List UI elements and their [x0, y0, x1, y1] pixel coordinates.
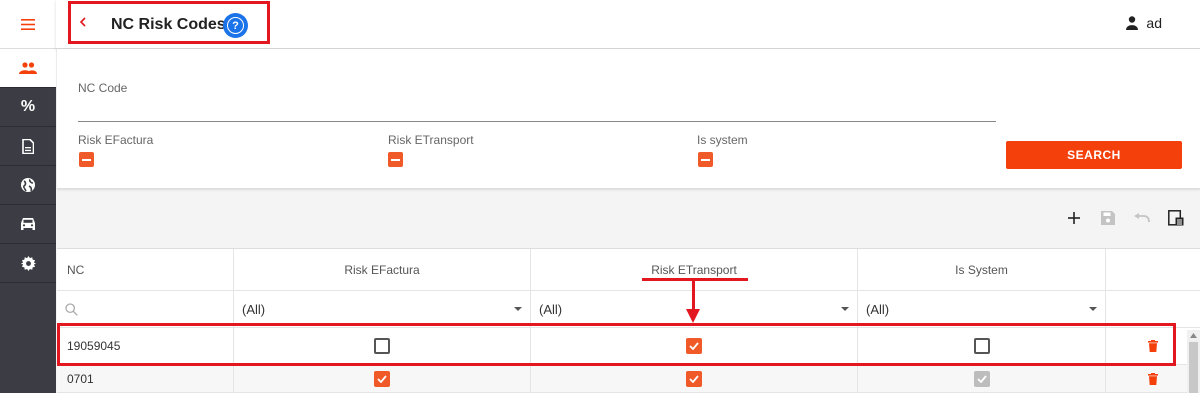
table-row[interactable]: 19059045: [57, 328, 1200, 365]
nc-code-underline: [78, 121, 996, 122]
is-system-checkbox-unchecked[interactable]: [973, 338, 990, 354]
risk-efactura-checkbox-unchecked[interactable]: [374, 338, 390, 354]
is-system-checkbox-disabled: [973, 370, 990, 387]
trash-icon[interactable]: [1148, 340, 1158, 352]
risk-efactura-filter-select[interactable]: (All): [234, 291, 531, 327]
undo-icon[interactable]: [1134, 213, 1150, 223]
car-icon: [21, 218, 35, 230]
globe-icon: [21, 178, 35, 192]
risk-etransport-cell: [531, 328, 858, 364]
nc-code-label: NC Code: [78, 81, 128, 95]
is-system-filter-select[interactable]: (All): [858, 291, 1106, 327]
chevron-down-icon: [1089, 307, 1097, 311]
risk-etransport-checkbox-checked[interactable]: [686, 338, 702, 354]
risk-efactura-checkbox[interactable]: [79, 152, 94, 167]
percent-icon: %: [20, 98, 36, 115]
column-header-risk-efactura[interactable]: Risk EFactura: [234, 249, 531, 290]
arrow-annotation-line: [692, 281, 695, 311]
data-grid: NC Risk EFactura Risk ETransport Is Syst…: [57, 248, 1200, 393]
search-icon: [65, 302, 78, 316]
actions-filter-cell: [1106, 291, 1200, 327]
nc-code-input[interactable]: [78, 99, 996, 121]
risk-etransport-checkbox[interactable]: [388, 152, 403, 167]
risk-etransport-label: Risk ETransport: [388, 133, 474, 147]
risk-etransport-cell: [531, 365, 858, 392]
undo-button[interactable]: [1134, 210, 1150, 226]
table-row[interactable]: 0701: [57, 365, 1200, 393]
column-chooser-icon[interactable]: [1168, 210, 1184, 226]
risk-efactura-cell: [234, 328, 531, 364]
risk-etransport-checkbox-checked[interactable]: [686, 370, 702, 387]
plus-icon[interactable]: [1068, 212, 1080, 224]
people-icon: [19, 62, 37, 74]
gear-icon: [20, 255, 36, 271]
sidebar-item-vehicles[interactable]: [0, 205, 56, 244]
risk-efactura-checkbox-checked[interactable]: [374, 370, 390, 387]
check-icon: [689, 342, 699, 350]
risk-etransport-filter-value: (All): [539, 301, 563, 317]
trash-icon[interactable]: [1148, 372, 1158, 385]
scroll-up-icon[interactable]: [1190, 333, 1197, 338]
is-system-cell: [858, 328, 1106, 364]
sidebar-item-percent[interactable]: %: [0, 88, 56, 127]
grid-toolbar: [1066, 210, 1184, 226]
document-icon: [22, 138, 34, 154]
search-button[interactable]: SEARCH: [1006, 141, 1182, 169]
hamburger-icon[interactable]: [21, 18, 35, 30]
risk-efactura-cell: [234, 365, 531, 392]
back-button[interactable]: [75, 13, 91, 31]
filter-panel: NC Code Risk EFactura Risk ETransport Is…: [57, 49, 1200, 189]
column-underline-annotation: [642, 278, 748, 281]
grid-filter-row: (All) (All) (All): [57, 291, 1200, 328]
sidebar-item-settings[interactable]: [0, 244, 56, 283]
add-button[interactable]: [1066, 210, 1082, 226]
risk-efactura-label: Risk EFactura: [78, 133, 154, 147]
check-icon: [377, 374, 387, 383]
is-system-label: Is system: [697, 133, 748, 147]
column-header-actions: [1106, 249, 1200, 290]
chevron-down-icon: [841, 307, 849, 311]
nc-filter-input[interactable]: [57, 291, 234, 327]
user-menu[interactable]: ad: [1126, 15, 1162, 31]
help-button[interactable]: ?: [223, 13, 248, 38]
help-icon: ?: [232, 19, 239, 32]
scrollbar-thumb[interactable]: [1189, 342, 1198, 393]
risk-efactura-filter-value: (All): [242, 301, 266, 317]
chevron-left-icon[interactable]: [79, 17, 87, 27]
grid-scrollbar[interactable]: [1187, 330, 1200, 393]
sidebar-item-users[interactable]: [0, 49, 56, 88]
column-header-is-system[interactable]: Is System: [858, 249, 1106, 290]
page-title: NC Risk Codes: [111, 16, 226, 33]
actions-cell: [1106, 328, 1200, 364]
top-bar: NC Risk Codes ? ad: [56, 0, 1200, 49]
chevron-down-icon: [514, 307, 522, 311]
column-chooser-button[interactable]: [1168, 210, 1184, 226]
actions-cell: [1106, 365, 1200, 392]
arrow-down-icon: [686, 309, 700, 323]
menu-toggle[interactable]: [0, 0, 56, 49]
is-system-cell: [858, 365, 1106, 392]
nc-cell: 0701: [57, 365, 234, 392]
nc-cell: 19059045: [57, 328, 234, 364]
sidebar: %: [0, 0, 56, 393]
is-system-checkbox[interactable]: [698, 152, 713, 167]
sidebar-item-globe[interactable]: [0, 166, 56, 205]
title-annotation: NC Risk Codes ?: [68, 1, 270, 44]
check-icon: [976, 374, 987, 383]
grid-header-row: NC Risk EFactura Risk ETransport Is Syst…: [57, 249, 1200, 291]
sidebar-item-documents[interactable]: [0, 127, 56, 166]
save-icon[interactable]: [1101, 211, 1115, 225]
check-icon: [689, 374, 699, 383]
user-icon: [1126, 16, 1139, 30]
column-header-nc[interactable]: NC: [57, 249, 234, 290]
user-name: ad: [1146, 15, 1162, 31]
save-button[interactable]: [1100, 210, 1116, 226]
is-system-filter-value: (All): [866, 301, 890, 317]
